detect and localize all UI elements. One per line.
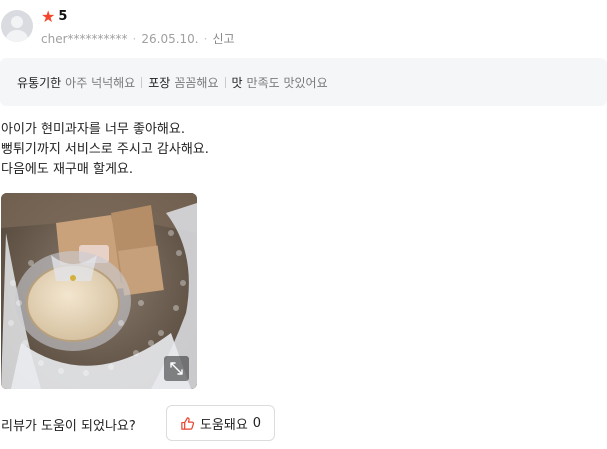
author-name: cher********** (41, 31, 128, 46)
tag-value: 꼼꼼해요 (174, 75, 219, 90)
avatar-body (6, 30, 28, 42)
avatar-head (11, 16, 23, 28)
expand-glyph (170, 362, 183, 375)
review-line: 아이가 현미과자를 너무 좋아해요. (1, 122, 185, 137)
tag-value: 아주 넉넉해요 (65, 75, 136, 90)
meta-separator: · (203, 31, 208, 46)
report-link[interactable]: 신고 (212, 30, 234, 47)
star-icon: ★ (41, 7, 56, 26)
rating: ★ 5 (41, 9, 67, 25)
helpful-question: 리뷰가 도움이 되었나요? (1, 419, 136, 434)
tag-packaging: 포장 꼼꼼해요 (148, 74, 218, 91)
review-line: 다음에도 재구매 할게요. (1, 162, 133, 177)
meta-separator: · (132, 31, 137, 46)
review-line: 뻥튀기까지 서비스로 주시고 감사해요. (1, 142, 209, 157)
expand-icon[interactable] (164, 356, 189, 381)
tag-divider (141, 76, 143, 88)
helpful-button[interactable]: 도움돼요 0 (166, 405, 275, 441)
review-date: 26.05.10. (141, 31, 199, 46)
tag-taste: 맛 만족도 맛있어요 (232, 74, 328, 91)
review-card: ★ 5 cher********** · 26.05.10. · 신고 유통기한… (0, 0, 607, 449)
review-text: 아이가 현미과자를 너무 좋아해요. 뻥튀기까지 서비스로 주시고 감사해요. … (1, 120, 209, 180)
review-meta: cher********** · 26.05.10. · 신고 (41, 30, 235, 47)
helpful-count: 0 (252, 415, 262, 431)
tag-divider (224, 76, 226, 88)
tag-key: 포장 (148, 75, 171, 90)
review-photo[interactable] (1, 193, 197, 389)
rating-score: 5 (58, 9, 68, 24)
tag-value: 만족도 맛있어요 (246, 75, 328, 90)
avatar (1, 10, 33, 42)
helpful-label: 도움돼요 (199, 417, 248, 433)
tag-key: 맛 (231, 75, 243, 90)
review-tags: 유통기한 아주 넉넉해요 포장 꼼꼼해요 맛 만족도 맛있어요 (0, 58, 607, 106)
tag-key: 유통기한 (17, 75, 62, 90)
tag-expiry: 유통기한 아주 넉넉해요 (17, 74, 135, 91)
thumbs-up-icon (181, 416, 195, 430)
